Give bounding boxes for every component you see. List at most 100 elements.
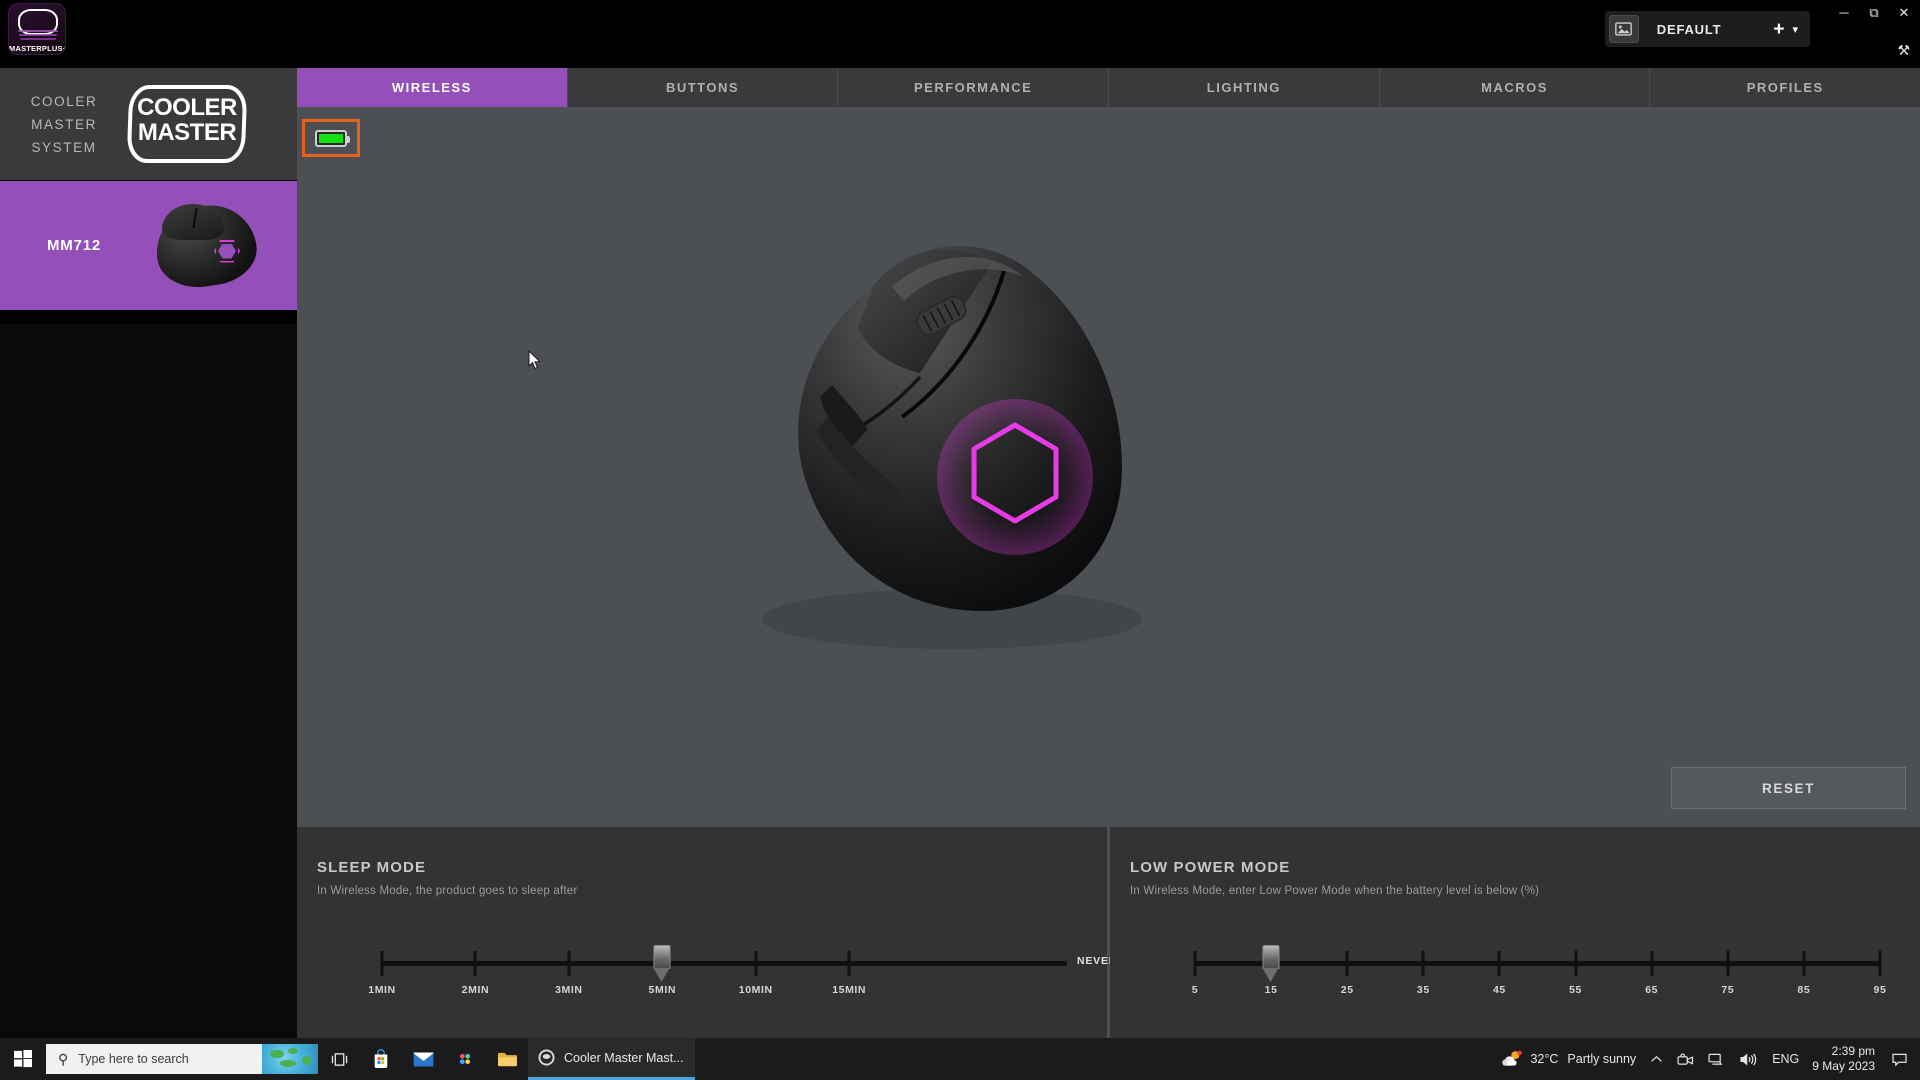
bing-earth-icon: [262, 1044, 318, 1074]
sidebar-system-label: COOLER MASTER SYSTEM: [0, 90, 128, 159]
low-power-slider-track[interactable]: [1195, 961, 1880, 966]
profile-dropdown-chevron-down-icon[interactable]: ▾: [1790, 23, 1806, 36]
low-power-mode-slider[interactable]: 5 15 25 35 45 55 65 75 85 95: [1192, 937, 1886, 997]
logo-wordmark: COOLER MASTER: [128, 95, 246, 145]
product-stage: RESET: [297, 107, 1920, 827]
slider-tick-label: 35: [1416, 984, 1430, 996]
slider-tick[interactable]: [1574, 951, 1578, 976]
slider-tick[interactable]: [1878, 951, 1882, 976]
weather-widget[interactable]: 32°C Partly sunny: [1493, 1050, 1643, 1069]
photos-icon[interactable]: [444, 1038, 486, 1080]
sidebar-device-name: MM712: [46, 237, 102, 254]
slider-tick-label: 1MIN: [368, 984, 396, 996]
slider-handle[interactable]: [1262, 945, 1280, 982]
tab-performance[interactable]: PERFORMANCE: [838, 68, 1110, 107]
sleep-mode-panel: SLEEP MODE In Wireless Mode, the product…: [297, 827, 1116, 1062]
low-power-mode-subtitle: In Wireless Mode, enter Low Power Mode w…: [1130, 885, 1540, 897]
slider-tick[interactable]: [1345, 951, 1349, 976]
slider-tick[interactable]: [754, 951, 758, 976]
product-image-mm712: [652, 167, 1252, 667]
slider-tick-label: 5MIN: [648, 984, 677, 996]
notification-icon[interactable]: [1885, 1053, 1914, 1066]
taskbar-window-label: Cooler Master Mast...: [564, 1050, 684, 1065]
sidebar: COOLER MASTER SYSTEM COOLER MASTER MM712: [0, 68, 297, 324]
tab-macros[interactable]: MACROS: [1380, 68, 1651, 107]
slider-tick[interactable]: [473, 951, 477, 976]
tab-lighting[interactable]: LIGHTING: [1109, 68, 1380, 107]
low-power-mode-panel: LOW POWER MODE In Wireless Mode, enter L…: [1110, 827, 1920, 1062]
slider-tick[interactable]: [1726, 951, 1730, 976]
slider-tick-label: 2MIN: [461, 984, 490, 996]
slider-tick-label: 85: [1797, 984, 1811, 996]
logo-brand-suffix: +: [63, 44, 65, 53]
tools-wrench-icon[interactable]: ⚒: [1897, 42, 1910, 59]
reset-button[interactable]: RESET: [1671, 767, 1906, 809]
sleep-mode-title: SLEEP MODE: [317, 859, 427, 876]
slider-tick[interactable]: [847, 951, 851, 976]
clock[interactable]: 2:39 pm 9 May 2023: [1806, 1044, 1885, 1074]
battery-status-highlight[interactable]: [302, 119, 360, 157]
title-bar: MASTERPLUS+ DEFAULT + ▾ ─ ⧉ ✕ ⚒: [0, 0, 1920, 68]
file-explorer-icon[interactable]: [486, 1038, 528, 1080]
logo-brand-text: MASTERPLUS: [9, 44, 63, 53]
close-button[interactable]: ✕: [1896, 6, 1912, 20]
application-window: MASTERPLUS+ DEFAULT + ▾ ─ ⧉ ✕ ⚒ COOLE: [0, 0, 1920, 1080]
main-content: WIRELESS BUTTONS PERFORMANCE LIGHTING MA…: [297, 68, 1920, 1062]
add-profile-button[interactable]: +: [1767, 20, 1790, 39]
profile-selector[interactable]: DEFAULT + ▾: [1604, 11, 1810, 47]
settings-panels: SLEEP MODE In Wireless Mode, the product…: [297, 827, 1920, 1062]
system-label-line1: COOLER MASTER: [30, 93, 98, 132]
battery-icon: [315, 129, 350, 147]
partly-sunny-icon: [1502, 1050, 1523, 1066]
tab-buttons[interactable]: BUTTONS: [568, 68, 839, 107]
masterplus-logo: MASTERPLUS+: [8, 3, 66, 55]
sleep-mode-subtitle: In Wireless Mode, the product goes to sl…: [317, 885, 578, 897]
battery-fill: [319, 133, 343, 143]
slider-tick-label: 55: [1569, 984, 1582, 996]
tab-profiles[interactable]: PROFILES: [1650, 68, 1920, 107]
mouse-cursor: [528, 350, 541, 370]
slider-tick-label: 25: [1340, 984, 1354, 996]
logo-word-master: MASTER: [137, 119, 237, 146]
language-indicator[interactable]: ENG: [1765, 1052, 1806, 1066]
profile-image-button[interactable]: [1608, 15, 1639, 43]
windows-start-icon[interactable]: [0, 1038, 46, 1080]
search-placeholder-text: Type here to search: [78, 1052, 189, 1066]
search-input[interactable]: ⚲ Type here to search: [46, 1044, 318, 1074]
windows-taskbar: ⚲ Type here to search Cooler Master Mast…: [0, 1038, 1920, 1080]
slider-tick-label: 15MIN: [832, 984, 867, 996]
taskbar-window-cooler-master[interactable]: Cooler Master Mast...: [528, 1038, 696, 1080]
logo-word-cooler: COOLER: [137, 94, 237, 121]
minimize-button[interactable]: ─: [1836, 6, 1852, 20]
sleep-slider-track[interactable]: [382, 961, 1067, 966]
microsoft-store-icon[interactable]: [360, 1038, 402, 1080]
volume-icon[interactable]: [1732, 1053, 1765, 1066]
sleep-mode-slider[interactable]: 1MIN 2MIN 3MIN 5MIN 10MIN 15MIN NEVER: [368, 937, 1116, 997]
slider-tick-label: 65: [1645, 984, 1659, 996]
slider-handle[interactable]: [653, 945, 671, 982]
slider-tick[interactable]: [380, 951, 384, 976]
mail-icon[interactable]: [402, 1038, 444, 1080]
tab-bar: WIRELESS BUTTONS PERFORMANCE LIGHTING MA…: [297, 68, 1920, 107]
slider-tick[interactable]: [1802, 951, 1806, 976]
logo-text: MASTERPLUS+: [9, 44, 65, 53]
profile-name: DEFAULT: [1656, 21, 1722, 37]
task-view-icon[interactable]: [318, 1038, 360, 1080]
sidebar-system-card[interactable]: COOLER MASTER SYSTEM COOLER MASTER: [0, 68, 297, 180]
network-icon[interactable]: [1701, 1053, 1732, 1066]
system-tray: 32°C Partly sunny ENG 2:39 pm 9 May 2023: [1493, 1044, 1920, 1074]
clock-time: 2:39 pm: [1831, 1044, 1875, 1058]
sidebar-item-mm712[interactable]: MM712: [0, 181, 297, 310]
show-hidden-icons-chevron-up-icon[interactable]: [1643, 1055, 1670, 1064]
search-icon: ⚲: [58, 1050, 69, 1067]
weather-condition: Partly sunny: [1567, 1052, 1637, 1066]
slider-tick[interactable]: [567, 951, 571, 976]
slider-tick[interactable]: [1193, 951, 1197, 976]
tab-wireless[interactable]: WIRELESS: [297, 68, 568, 107]
slider-tick[interactable]: [1421, 951, 1425, 976]
camera-icon[interactable]: [1670, 1053, 1701, 1066]
slider-tick[interactable]: [1650, 951, 1654, 976]
restore-button[interactable]: ⧉: [1866, 6, 1882, 20]
slider-tick-label: 15: [1264, 984, 1278, 996]
slider-tick[interactable]: [1497, 951, 1501, 976]
